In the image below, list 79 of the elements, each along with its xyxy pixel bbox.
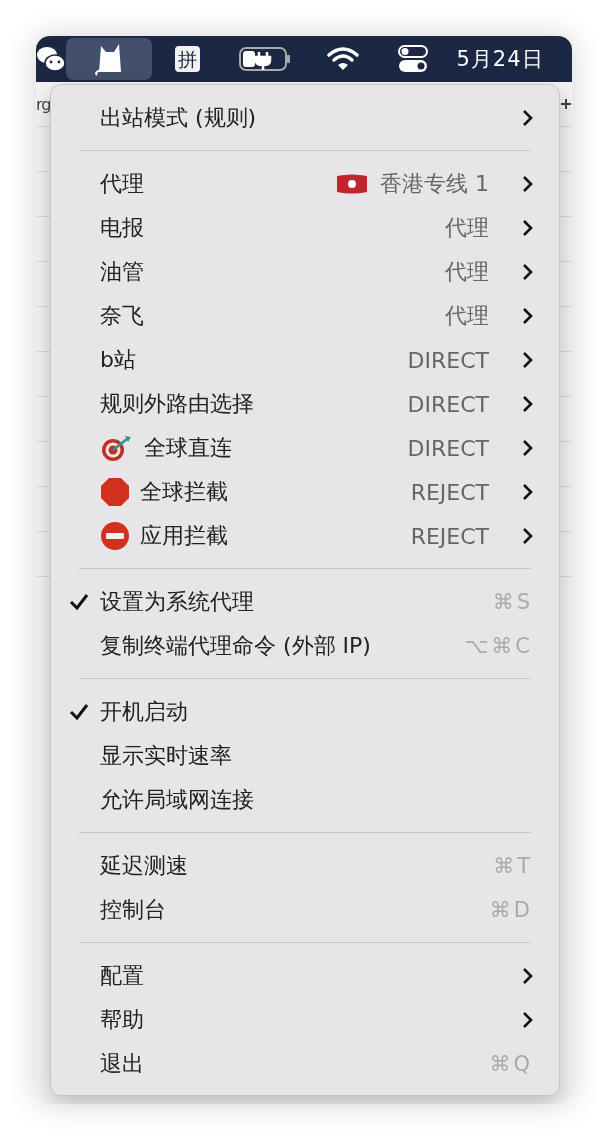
no-entry-icon — [100, 521, 130, 551]
input-method-indicator[interactable]: 拼 — [174, 46, 200, 72]
dart-target-icon — [100, 434, 134, 462]
menu-item[interactable]: 全球直连 DIRECT — [51, 426, 559, 470]
menu-item-label: 油管 — [100, 258, 144, 286]
menu-item-value: 香港专线 1 — [380, 170, 489, 198]
chevron-right-icon — [522, 219, 533, 237]
menu-item-value: 代理 — [445, 302, 489, 330]
menu-item[interactable]: 代理 香港专线 1 — [51, 162, 559, 206]
menu-item[interactable]: 控制台 ⌘D — [51, 888, 559, 932]
toggle-switches-icon — [398, 45, 428, 73]
menu-item-value: DIRECT — [407, 347, 489, 373]
chevron-right-icon — [522, 307, 533, 325]
checkmark-icon — [69, 593, 89, 611]
menu-item-label: 配置 — [100, 962, 144, 990]
menu-item[interactable]: 电报 代理 — [51, 206, 559, 250]
menu-item-label: 奈飞 — [100, 302, 144, 330]
menu-item[interactable]: 应用拦截 REJECT — [51, 514, 559, 558]
chevron-right-icon — [522, 439, 533, 457]
menu-item-label: 出站模式 (规则) — [100, 104, 257, 132]
keyboard-shortcut: ⌘D — [489, 898, 533, 922]
menu-item[interactable]: 奈飞 代理 — [51, 294, 559, 338]
chevron-right-icon — [522, 483, 533, 501]
menu-item-label: 全球拦截 — [140, 478, 228, 506]
menu-item-label: 代理 — [100, 170, 144, 198]
menu-item-label: 电报 — [100, 214, 144, 242]
menu-item-value: 代理 — [445, 258, 489, 286]
flag-icon — [336, 173, 368, 195]
menu-item-label: 控制台 — [100, 896, 166, 924]
menu-item-value: REJECT — [410, 479, 489, 505]
stop-sign-icon — [100, 477, 130, 507]
menu-item-value: REJECT — [410, 523, 489, 549]
chevron-right-icon — [522, 351, 533, 369]
menu-item[interactable]: 延迟测速 ⌘T — [51, 844, 559, 888]
menu-item[interactable]: 出站模式 (规则) — [51, 96, 559, 140]
chevron-right-icon — [522, 967, 533, 985]
wifi-icon — [326, 46, 360, 72]
menu-bar-clock[interactable]: 5月24日 — [456, 45, 544, 73]
menu-item-label: 延迟测速 — [100, 852, 188, 880]
keyboard-shortcut: ⌥⌘C — [464, 634, 533, 658]
keyboard-shortcut: ⌘S — [492, 590, 533, 614]
menu-item-value: DIRECT — [407, 391, 489, 417]
menu-item-label: 显示实时速率 — [100, 742, 232, 770]
menu-item-label: 应用拦截 — [140, 522, 228, 550]
menu-item[interactable]: 配置 — [51, 954, 559, 998]
menu-item-value: DIRECT — [407, 435, 489, 461]
menu-item-label: 允许局域网连接 — [100, 786, 254, 814]
menu-item[interactable]: 复制终端代理命令 (外部 IP) ⌥⌘C — [51, 624, 559, 668]
menu-item-label: 设置为系统代理 — [100, 588, 254, 616]
menu-item-label: 规则外路由选择 — [100, 390, 254, 418]
chevron-right-icon — [522, 263, 533, 281]
chevron-right-icon — [522, 109, 533, 127]
menu-item[interactable]: 允许局域网连接 — [51, 778, 559, 822]
menu-item-label: 全球直连 — [144, 434, 232, 462]
menu-item[interactable]: 设置为系统代理 ⌘S — [51, 580, 559, 624]
menu-item-value: 代理 — [445, 214, 489, 242]
menu-item[interactable]: 油管 代理 — [51, 250, 559, 294]
menu-item[interactable]: 帮助 — [51, 998, 559, 1042]
chevron-right-icon — [522, 527, 533, 545]
keyboard-shortcut: ⌘Q — [489, 1052, 533, 1076]
menu-item[interactable]: 显示实时速率 — [51, 734, 559, 778]
keyboard-shortcut: ⌘T — [493, 854, 533, 878]
menu-item[interactable]: 全球拦截 REJECT — [51, 470, 559, 514]
chevron-right-icon — [522, 395, 533, 413]
menu-item[interactable]: 规则外路由选择 DIRECT — [51, 382, 559, 426]
menu-item-label: 退出 — [100, 1050, 144, 1078]
menu-item-label: 开机启动 — [100, 698, 188, 726]
window-text-fragment: rg — [36, 94, 51, 114]
menu-item[interactable]: 开机启动 — [51, 690, 559, 734]
battery-charging-icon — [239, 46, 291, 72]
chevron-right-icon — [522, 1011, 533, 1029]
menu-item[interactable]: b站 DIRECT — [51, 338, 559, 382]
menu-item-label: b站 — [100, 346, 136, 374]
checkmark-icon — [69, 703, 89, 721]
menu-item-label: 帮助 — [100, 1006, 144, 1034]
chevron-right-icon — [522, 175, 533, 193]
menu-item[interactable]: 退出 ⌘Q — [51, 1042, 559, 1086]
menu-item-label: 复制终端代理命令 (外部 IP) — [100, 632, 371, 660]
plus-icon — [561, 99, 571, 109]
